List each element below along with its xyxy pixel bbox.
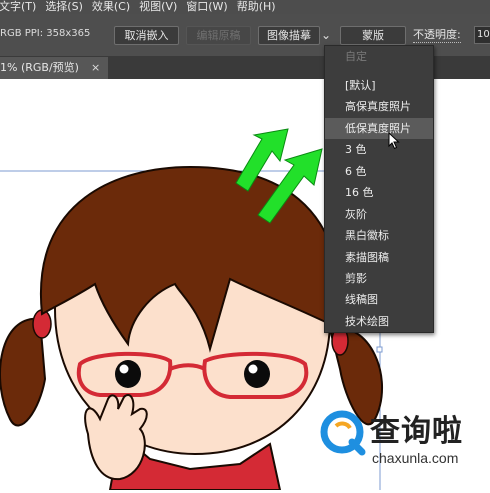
mask-button[interactable]: 蒙版 [340,26,406,45]
cancel-embed-button[interactable]: 取消嵌入 [114,26,179,45]
preset-custom[interactable]: 自定 [325,46,433,67]
preset-6-colors[interactable]: 6 色 [325,161,433,182]
menu-bar: 文字(T) 选择(S) 效果(C) 视图(V) 窗口(W) 帮助(H) [0,0,490,14]
document-tab-label: 1% (RGB/预览) [0,61,79,74]
document-tab[interactable]: 1% (RGB/预览) × [0,57,108,79]
menu-select[interactable]: 选择(S) [45,0,92,14]
preset-line-art[interactable]: 线稿图 [325,289,433,310]
watermark-title: 查询啦 [370,414,463,449]
chevron-down-icon[interactable]: ⌄ [321,28,331,42]
image-trace-preset-menu: 自定 [默认] 高保真度照片 低保真度照片 3 色 6 色 16 色 灰阶 黑白… [324,45,434,333]
preset-grayscale[interactable]: 灰阶 [325,204,433,225]
watermark-url: chaxunla.com [372,450,459,466]
preset-16-colors[interactable]: 16 色 [325,182,433,203]
edit-original-button[interactable]: 编辑原稿 [186,26,251,45]
watermark: 查询啦 chaxunla.com [318,404,490,472]
image-info: RGB PPI: 358x365 [0,28,91,39]
menu-view[interactable]: 视图(V) [139,0,186,14]
close-icon[interactable]: × [91,57,100,79]
image-trace-button[interactable]: 图像描摹 [258,26,320,45]
preset-3-colors[interactable]: 3 色 [325,139,433,160]
preset-technical-drawing[interactable]: 技术绘图 [325,311,433,332]
preset-black-white-logo[interactable]: 黑白徽标 [325,225,433,246]
menu-help[interactable]: 帮助(H) [237,0,285,14]
preset-default[interactable]: [默认] [325,75,433,96]
menu-window[interactable]: 窗口(W) [186,0,236,14]
preset-high-fidelity-photo[interactable]: 高保真度照片 [325,96,433,117]
preset-silhouettes[interactable]: 剪影 [325,268,433,289]
opacity-input[interactable]: 100 [474,26,490,44]
menu-effect[interactable]: 效果(C) [92,0,139,14]
preset-sketched-art[interactable]: 素描图稿 [325,247,433,268]
menu-type[interactable]: 文字(T) [0,0,45,14]
magnifier-logo-icon [320,410,366,456]
opacity-label[interactable]: 不透明度: [413,28,461,43]
preset-low-fidelity-photo[interactable]: 低保真度照片 [325,118,433,139]
mouse-cursor-icon [388,132,400,150]
